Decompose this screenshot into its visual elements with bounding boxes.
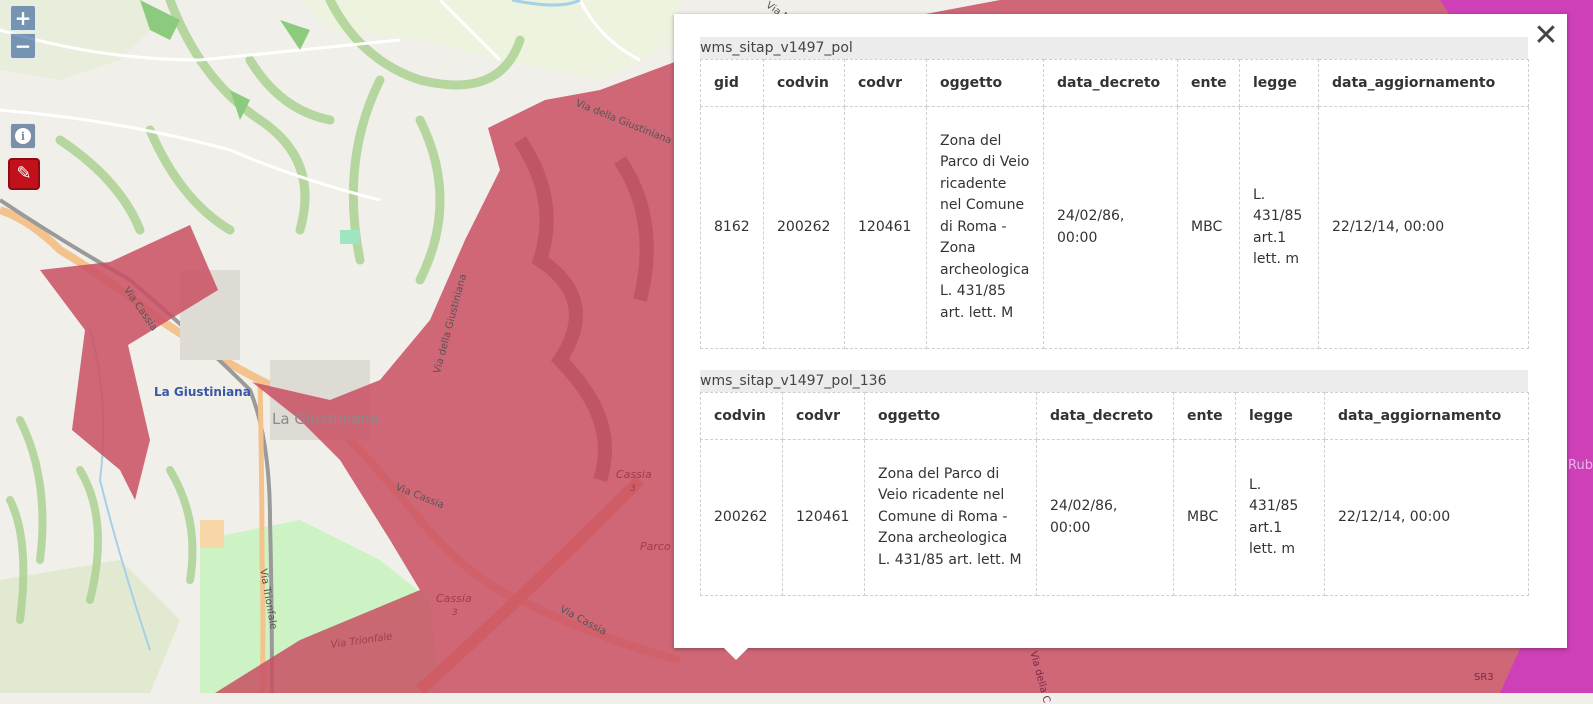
column-header: data_aggiornamento — [1324, 392, 1529, 440]
column-header: ente — [1177, 59, 1240, 107]
plus-icon: + — [14, 6, 32, 30]
column-header: ente — [1173, 392, 1236, 440]
column-header: data_decreto — [1043, 59, 1178, 107]
landuse-patch — [200, 520, 224, 548]
layer-title: wms_sitap_v1497_pol — [700, 37, 1528, 59]
table-row: 8162 200262 120461 Zona del Parco di Vei… — [700, 106, 1529, 349]
table-cell: MBC — [1177, 106, 1240, 349]
minus-icon: − — [14, 34, 32, 58]
column-header: codvin — [700, 392, 783, 440]
info-icon: i — [15, 128, 31, 144]
table-cell: Zona del Parco di Veio ricadente nel Com… — [926, 106, 1044, 349]
pencil-icon: ✎ — [16, 163, 32, 184]
place-label: Parco — [640, 540, 671, 553]
column-header: codvr — [782, 392, 865, 440]
layer-section: wms_sitap_v1497_pol gid codvin codvr ogg… — [700, 37, 1529, 349]
column-header: oggetto — [864, 392, 1037, 440]
column-header: legge — [1239, 59, 1319, 107]
road-label: 3 — [630, 484, 636, 494]
column-header: data_decreto — [1036, 392, 1174, 440]
table-cell: 24/02/86, 00:00 — [1043, 106, 1178, 349]
table-cell: 120461 — [782, 439, 865, 596]
layer-section: wms_sitap_v1497_pol_136 codvin codvr ogg… — [700, 370, 1529, 596]
column-header: legge — [1235, 392, 1325, 440]
column-header: codvin — [763, 59, 845, 107]
column-header: gid — [700, 59, 764, 107]
road-label: Cassia — [616, 468, 652, 481]
table-cell: 200262 — [700, 439, 783, 596]
table-cell: 120461 — [844, 106, 927, 349]
pool-area — [340, 230, 360, 244]
zoom-out-button[interactable]: − — [10, 33, 36, 59]
table-cell: 200262 — [763, 106, 845, 349]
zoom-in-button[interactable]: + — [10, 5, 36, 31]
attribute-table: codvin codvr oggetto data_decreto ente l… — [700, 392, 1529, 596]
close-icon[interactable]: ✕ — [1531, 18, 1561, 53]
column-header: codvr — [844, 59, 927, 107]
feature-info-popup: ✕ wms_sitap_v1497_pol gid codvin codvr o… — [674, 14, 1567, 660]
column-header: data_aggiornamento — [1318, 59, 1529, 107]
layer-title: wms_sitap_v1497_pol_136 — [700, 370, 1528, 392]
draw-tool-button[interactable]: ✎ — [8, 158, 40, 190]
road-label: 3 — [452, 608, 458, 618]
table-cell: 22/12/14, 00:00 — [1324, 439, 1529, 596]
place-label: Rub — [1568, 458, 1593, 473]
table-header-row: codvin codvr oggetto data_decreto ente l… — [700, 392, 1529, 440]
table-header-row: gid codvin codvr oggetto data_decreto en… — [700, 59, 1529, 107]
road-label: SR3 — [1474, 672, 1494, 683]
table-cell: 24/02/86, 00:00 — [1036, 439, 1174, 596]
column-header: oggetto — [926, 59, 1044, 107]
place-label: La Giustiniana — [272, 410, 380, 428]
table-row: 200262 120461 Zona del Parco di Veio ric… — [700, 439, 1529, 596]
info-button[interactable]: i — [10, 123, 36, 149]
table-cell: 8162 — [700, 106, 764, 349]
attribute-table: gid codvin codvr oggetto data_decreto en… — [700, 59, 1529, 349]
table-cell: L. 431/85 art.1 lett. m — [1239, 106, 1319, 349]
table-cell: L. 431/85 art.1 lett. m — [1235, 439, 1325, 596]
table-cell: 22/12/14, 00:00 — [1318, 106, 1529, 349]
place-label: La Giustiniana — [154, 385, 251, 399]
table-cell: Zona del Parco di Veio ricadente nel Com… — [864, 439, 1037, 596]
table-cell: MBC — [1173, 439, 1236, 596]
road-via-trionfale — [257, 379, 266, 694]
road-label: Cassia — [436, 592, 472, 605]
